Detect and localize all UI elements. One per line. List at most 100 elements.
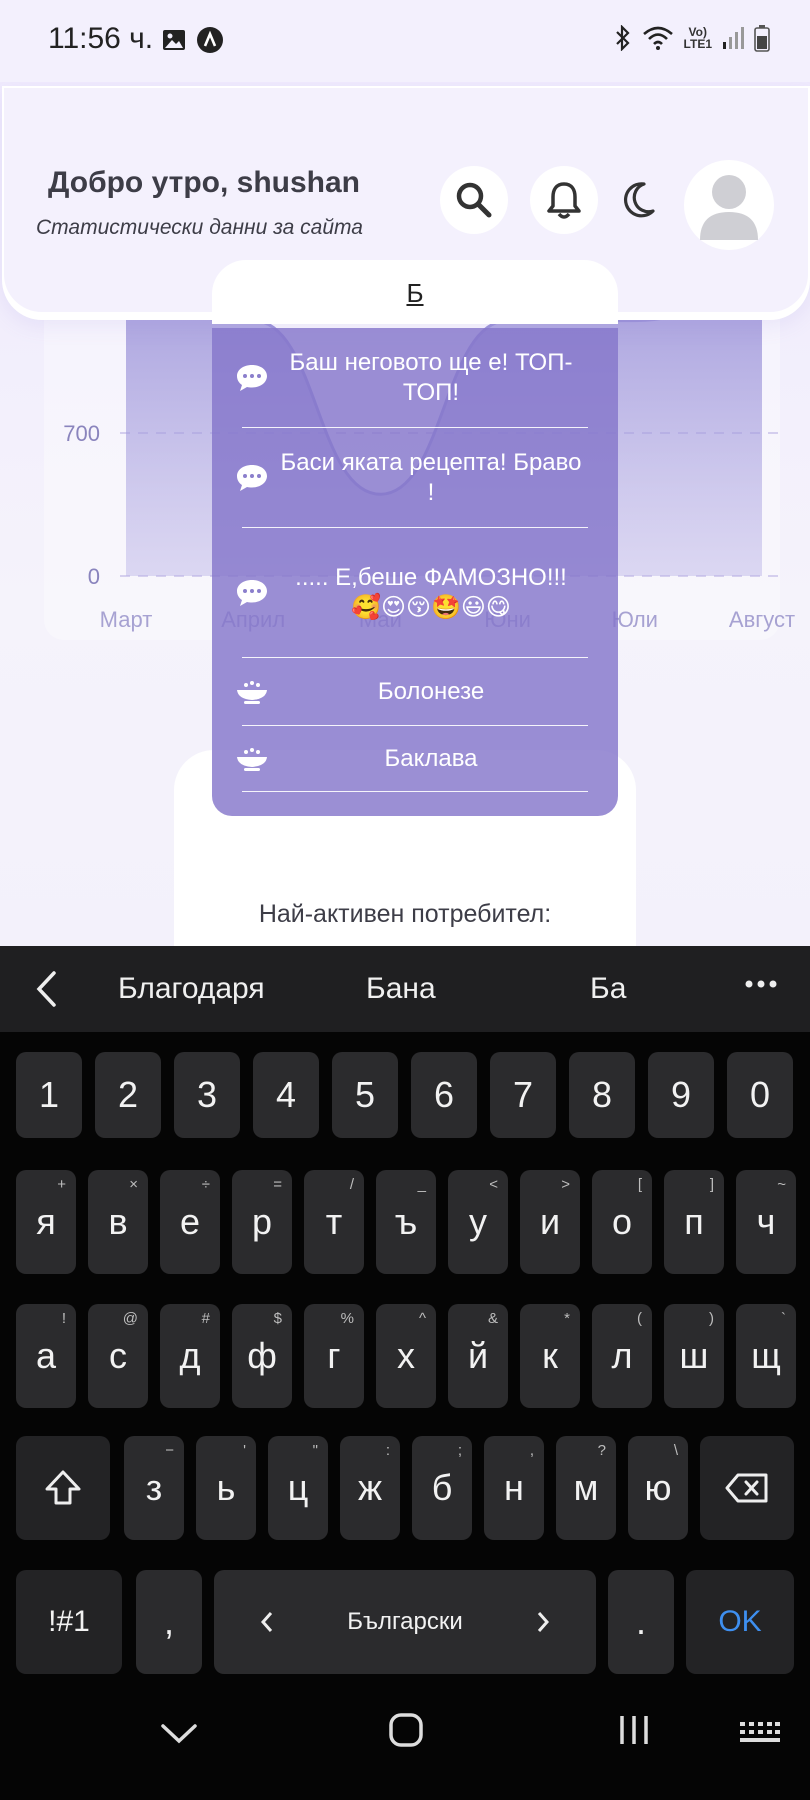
search-result-text: ..... Е,беше ФАМОЗНО!!! 🥰😍😚🤩😃😋 xyxy=(295,563,567,621)
key-letter[interactable]: у < xyxy=(448,1170,508,1274)
space-key[interactable]: Български xyxy=(214,1570,596,1674)
key-4[interactable]: 4 xyxy=(253,1052,319,1138)
key-letter[interactable]: а! xyxy=(16,1304,76,1408)
key-label: ф xyxy=(247,1335,277,1376)
key-letter[interactable]: ь ' xyxy=(196,1436,256,1540)
key-letter[interactable]: ж: xyxy=(340,1436,400,1540)
search-result-item[interactable]: Болонезе xyxy=(237,658,588,726)
key-3[interactable]: 3 xyxy=(174,1052,240,1138)
key-letter[interactable]: й & xyxy=(448,1304,508,1408)
x-tick-label: Март xyxy=(100,607,153,632)
key-letter[interactable]: з − xyxy=(124,1436,184,1540)
key-letter[interactable]: ш) xyxy=(664,1304,724,1408)
key-label: я xyxy=(36,1201,56,1242)
period-key[interactable]: . xyxy=(608,1570,674,1674)
key-letter[interactable]: н, xyxy=(484,1436,544,1540)
key-letter[interactable]: с @ xyxy=(88,1304,148,1408)
active-user-label: Най-активен потребител: xyxy=(258,900,552,928)
chat-icon xyxy=(232,363,272,393)
home-button[interactable] xyxy=(388,1712,424,1753)
key-2[interactable]: 2 xyxy=(95,1052,161,1138)
key-symbol: = xyxy=(273,1176,282,1193)
key-1[interactable]: 1 xyxy=(16,1052,82,1138)
key-letter[interactable]: я + xyxy=(16,1170,76,1274)
key-letter[interactable]: ф $ xyxy=(232,1304,292,1408)
battery-icon xyxy=(754,24,770,52)
key-label: 3 xyxy=(196,1074,218,1115)
suggestion-3[interactable]: Ба xyxy=(590,972,626,1006)
key-letter[interactable]: ц " xyxy=(268,1436,328,1540)
key-label: б xyxy=(431,1467,453,1508)
key-7[interactable]: 7 xyxy=(490,1052,556,1138)
key-letter[interactable]: м? xyxy=(556,1436,616,1540)
keyboard-switch-button[interactable] xyxy=(740,1722,780,1751)
key-letter[interactable]: п] xyxy=(664,1170,724,1274)
key-symbol: ^ xyxy=(418,1310,426,1327)
key-letter[interactable]: г% xyxy=(304,1304,364,1408)
key-letter[interactable]: е ÷ xyxy=(160,1170,220,1274)
chevron-down-icon xyxy=(161,1724,197,1744)
key-label: 6 xyxy=(433,1074,455,1115)
key-letter[interactable]: б; xyxy=(412,1436,472,1540)
key-6[interactable]: 6 xyxy=(411,1052,477,1138)
shift-key[interactable] xyxy=(16,1436,110,1540)
keyboard: 1 2 3 4 5 6 7 8 9 0 я + в × е ÷ р = т / ъ _ у < и > о[п] ч ~ а! с @ д # ф $… xyxy=(0,1032,810,1682)
key-label: 5 xyxy=(354,1074,376,1115)
key-5[interactable]: 5 xyxy=(332,1052,398,1138)
avatar[interactable] xyxy=(684,160,774,250)
user-icon xyxy=(700,175,758,240)
key-letter[interactable]: щ ` xyxy=(736,1304,796,1408)
key-letter[interactable]: д # xyxy=(160,1304,220,1408)
key-0[interactable]: 0 xyxy=(727,1052,793,1138)
key-letter[interactable]: и > xyxy=(520,1170,580,1274)
key-symbol: & xyxy=(487,1310,498,1327)
home-icon xyxy=(389,1713,423,1747)
symbols-key[interactable]: !#1 xyxy=(16,1570,122,1674)
hide-keyboard-button[interactable] xyxy=(160,1722,198,1751)
key-letter[interactable]: т / xyxy=(304,1170,364,1274)
key-9[interactable]: 9 xyxy=(648,1052,714,1138)
ok-key[interactable]: OK xyxy=(686,1570,794,1674)
recent-apps-button[interactable] xyxy=(616,1712,652,1753)
dark-mode-toggle[interactable] xyxy=(616,178,660,222)
key-8[interactable]: 8 xyxy=(569,1052,635,1138)
key-letter[interactable]: ч ~ xyxy=(736,1170,796,1274)
key-letter[interactable]: ю \ xyxy=(628,1436,688,1540)
suggestion-2[interactable]: Бана xyxy=(366,972,436,1006)
key-label: м xyxy=(573,1467,599,1508)
key-letter[interactable]: л( xyxy=(592,1304,652,1408)
search-result-text: Болонезе xyxy=(377,677,485,705)
x-tick-label: Юли xyxy=(612,607,658,632)
chevron-left-icon xyxy=(260,1612,273,1632)
key-label: 1 xyxy=(38,1074,60,1115)
language-label: Български xyxy=(347,1608,463,1635)
key-letter[interactable]: в × xyxy=(88,1170,148,1274)
a-circle-icon xyxy=(196,26,224,54)
key-letter[interactable]: х ^ xyxy=(376,1304,436,1408)
search-result-item[interactable]: Баш неговото ще е! ТОП-ТОП! xyxy=(237,328,588,428)
backspace-key[interactable] xyxy=(700,1436,794,1540)
key-letter[interactable]: р = xyxy=(232,1170,292,1274)
suggestion-1[interactable]: Благодаря xyxy=(118,972,265,1006)
search-button[interactable] xyxy=(440,166,508,234)
bell-icon xyxy=(547,182,581,219)
search-result-item[interactable]: Баклава xyxy=(237,726,588,792)
key-letter[interactable]: ъ _ xyxy=(376,1170,436,1274)
search-input[interactable]: Б xyxy=(212,260,618,324)
key-letter[interactable]: к * xyxy=(520,1304,580,1408)
key-symbol: # xyxy=(201,1310,210,1327)
key-letter[interactable]: о[ xyxy=(592,1170,652,1274)
key-label: г xyxy=(327,1335,341,1376)
key-symbol: ) xyxy=(709,1310,714,1327)
search-result-item[interactable]: Баси яката рецепта! Браво ! xyxy=(237,428,588,528)
more-options-icon[interactable] xyxy=(744,976,778,994)
key-label: л xyxy=(611,1335,633,1376)
key-label: й xyxy=(467,1335,489,1376)
key-symbol: ] xyxy=(709,1176,714,1193)
comma-key[interactable]: , xyxy=(136,1570,202,1674)
chevron-left-icon[interactable] xyxy=(34,970,60,1013)
notifications-button[interactable] xyxy=(530,166,598,234)
search-result-item[interactable]: ..... Е,беше ФАМОЗНО!!! 🥰😍😚🤩😃😋 xyxy=(237,528,588,658)
signal-icon xyxy=(722,26,744,50)
key-symbol: _ xyxy=(417,1176,426,1193)
